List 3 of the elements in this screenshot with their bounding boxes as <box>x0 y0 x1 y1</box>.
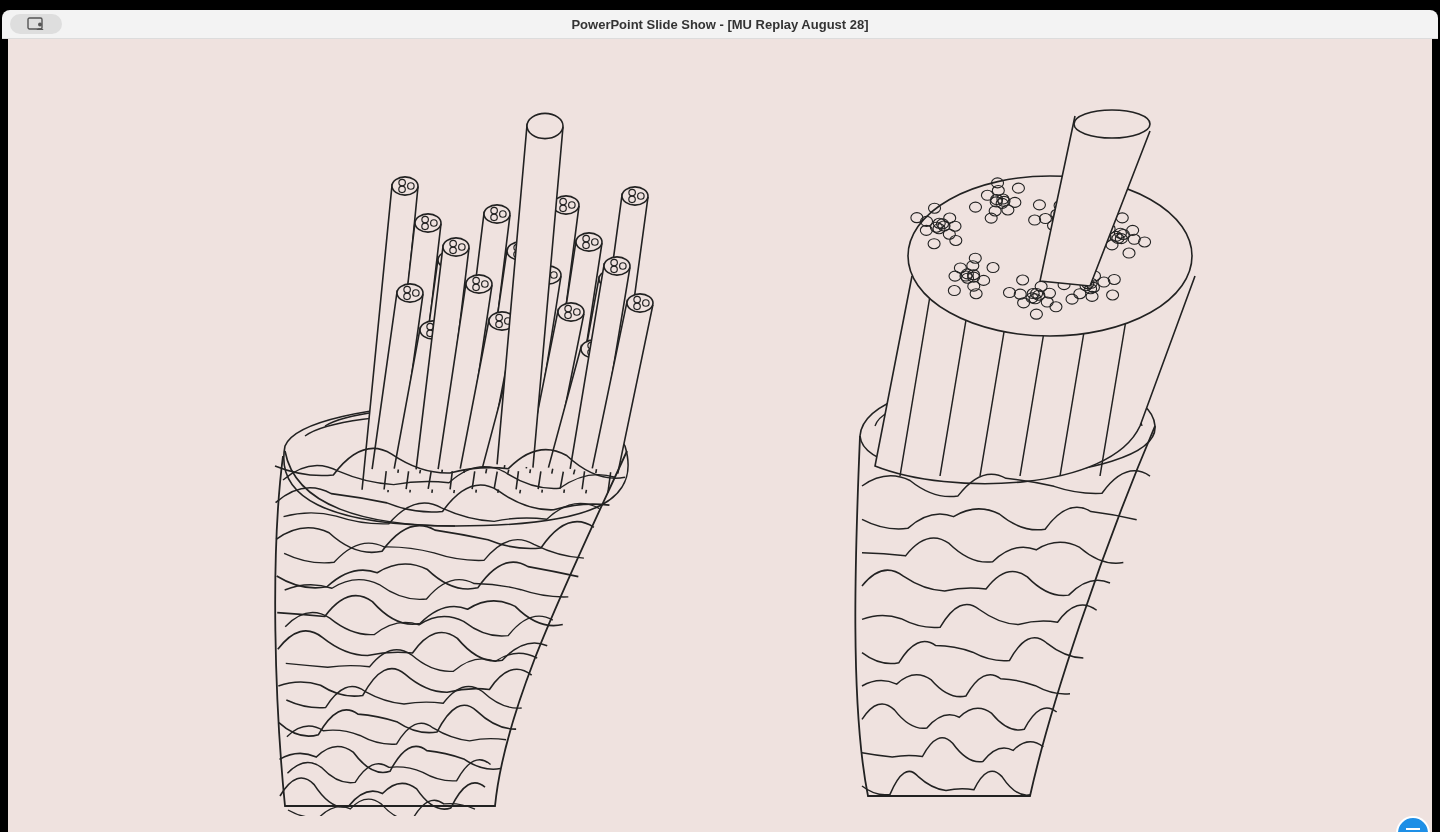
window-title: PowerPoint Slide Show - [MU Replay August 28] <box>571 16 869 32</box>
presenter-view-button[interactable] <box>10 14 62 34</box>
screen-person-icon <box>27 17 45 31</box>
